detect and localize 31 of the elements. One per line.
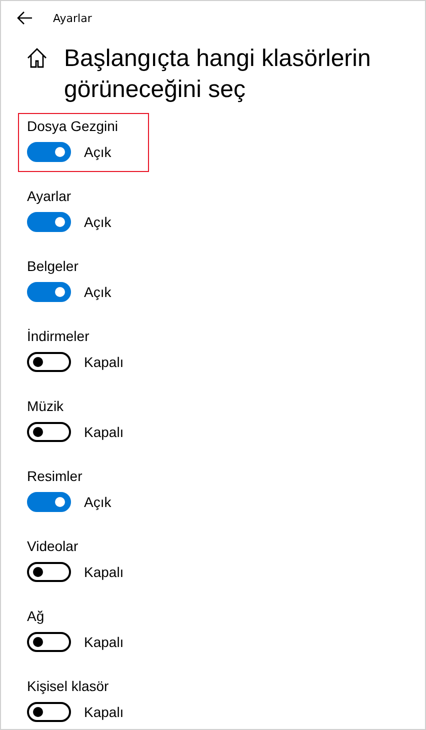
setting-label: Ağ: [27, 608, 46, 624]
toggle-state-text: Açık: [84, 284, 112, 300]
toggle-state-text: Açık: [84, 214, 112, 230]
setting-label: Dosya Gezgini: [27, 118, 120, 134]
toggle-state-text: Kapalı: [84, 354, 124, 370]
toggle-switch[interactable]: [27, 212, 71, 232]
toggle-switch[interactable]: [27, 422, 71, 442]
toggle-switch[interactable]: [27, 492, 71, 512]
toggle-switch[interactable]: [27, 142, 71, 162]
back-arrow-icon[interactable]: [17, 11, 33, 25]
toggle-state-text: Kapalı: [84, 634, 124, 650]
home-icon[interactable]: [26, 47, 48, 69]
toggle-state-text: Açık: [84, 494, 112, 510]
toggle-switch[interactable]: [27, 352, 71, 372]
toggle-state-text: Kapalı: [84, 704, 124, 720]
window-title: Ayarlar: [53, 12, 92, 24]
toggle-switch[interactable]: [27, 632, 71, 652]
toggle-switch[interactable]: [27, 562, 71, 582]
setting-label: Müzik: [27, 398, 65, 414]
setting-label: Belgeler: [27, 258, 80, 274]
page-heading: Başlangıçta hangi klasörlerin görüneceğini seç: [64, 44, 372, 105]
toggle-switch[interactable]: [27, 282, 71, 302]
setting-label: Videolar: [27, 538, 80, 554]
setting-label: Ayarlar: [27, 188, 72, 204]
toggle-state-text: Kapalı: [84, 424, 124, 440]
toggle-state-text: Kapalı: [84, 564, 124, 580]
toggle-switch[interactable]: [27, 702, 71, 722]
setting-label: İndirmeler: [27, 328, 90, 344]
toggle-state-text: Açık: [84, 144, 112, 160]
setting-label: Resimler: [27, 468, 84, 484]
setting-label: Kişisel klasör: [27, 678, 110, 694]
